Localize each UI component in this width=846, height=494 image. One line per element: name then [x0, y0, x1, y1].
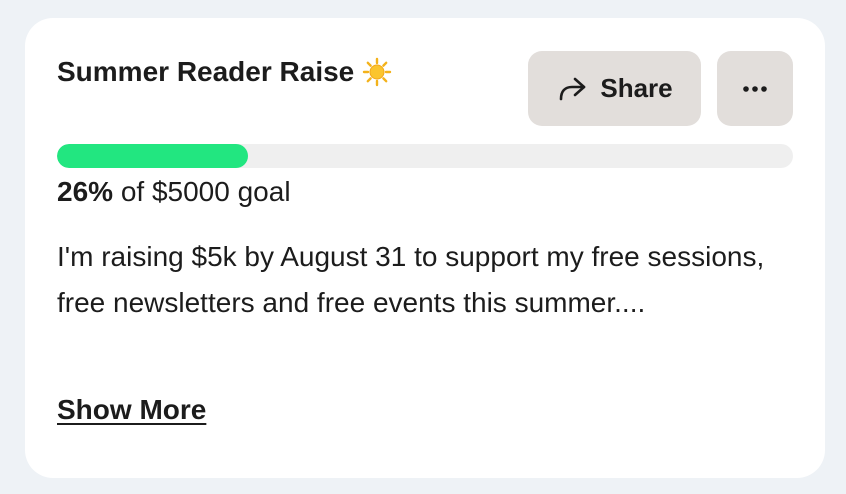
share-arrow-icon [556, 75, 588, 103]
card-title: Summer Reader Raise [57, 56, 392, 88]
more-options-button[interactable] [717, 51, 793, 126]
share-button-label: Share [600, 73, 673, 103]
goal-progress-text: 26% of $5000 goal [57, 176, 291, 208]
goal-amount-text: of $5000 goal [113, 176, 291, 207]
fundraiser-card: Summer Reader Raise Share 26% of $5000 g… [25, 18, 825, 478]
goal-percent: 26% [57, 176, 114, 207]
progress-bar [57, 144, 793, 168]
card-title-text: Summer Reader Raise [57, 56, 355, 87]
ellipsis-icon [741, 80, 769, 98]
fundraiser-description: I'm raising $5k by August 31 to support … [57, 241, 765, 318]
progress-bar-fill [57, 144, 249, 168]
show-more-link[interactable]: Show More [57, 394, 206, 426]
share-button[interactable]: Share [528, 51, 701, 126]
sun-icon [362, 57, 392, 87]
